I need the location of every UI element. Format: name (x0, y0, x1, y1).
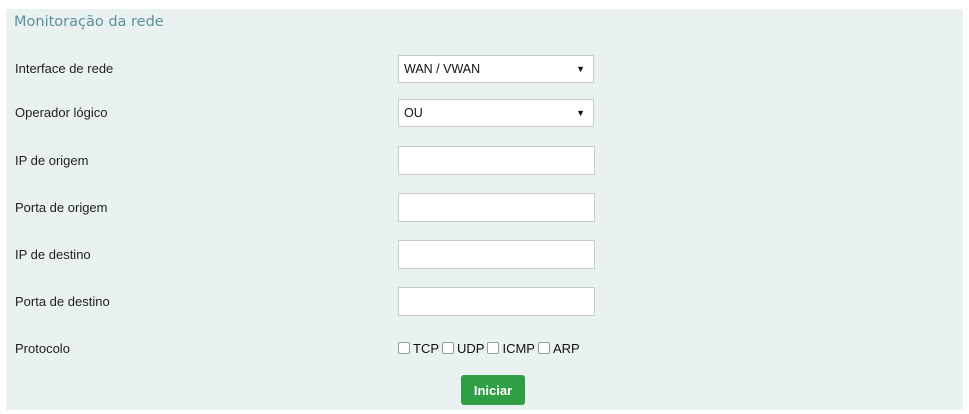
arp-label: ARP (552, 340, 580, 356)
start-button[interactable]: Iniciar (461, 375, 525, 405)
protocol-option-arp[interactable]: ARP (537, 340, 580, 356)
source-port-label: Porta de origem (15, 200, 108, 215)
interface-select-value: WAN / VWAN (404, 62, 481, 76)
operator-select-value: OU (404, 106, 423, 120)
chevron-down-icon: ▼ (576, 108, 585, 118)
interface-label: Interface de rede (15, 61, 114, 76)
dest-ip-label: IP de destino (15, 247, 91, 262)
protocol-option-udp[interactable]: UDP (442, 341, 484, 356)
dest-port-input[interactable] (398, 287, 595, 316)
operator-label: Operador lógico (15, 105, 108, 120)
protocol-option-tcp[interactable]: TCP (398, 341, 439, 356)
panel-title: Monitoração da rede (14, 14, 164, 30)
udp-label: UDP (457, 340, 485, 356)
protocol-options: TCP UDP ICMP ARP (398, 339, 583, 357)
arp-checkbox[interactable] (537, 342, 550, 354)
protocol-option-icmp[interactable]: ICMP (487, 341, 535, 356)
source-ip-label: IP de origem (15, 153, 89, 168)
source-port-input[interactable] (398, 193, 595, 222)
source-ip-input[interactable] (398, 146, 595, 175)
icmp-label: ICMP (502, 340, 535, 356)
interface-select[interactable]: WAN / VWAN ▼ (398, 55, 594, 83)
tcp-checkbox[interactable] (398, 342, 410, 354)
tcp-label: TCP (413, 340, 439, 356)
chevron-down-icon: ▼ (576, 64, 585, 74)
dest-ip-input[interactable] (398, 240, 595, 269)
operator-select[interactable]: OU ▼ (398, 99, 594, 127)
icmp-checkbox[interactable] (487, 342, 500, 354)
dest-port-label: Porta de destino (15, 294, 110, 309)
protocol-label: Protocolo (15, 341, 70, 356)
network-monitoring-panel: Monitoração da rede Interface de rede WA… (6, 9, 963, 410)
udp-checkbox[interactable] (442, 342, 454, 354)
